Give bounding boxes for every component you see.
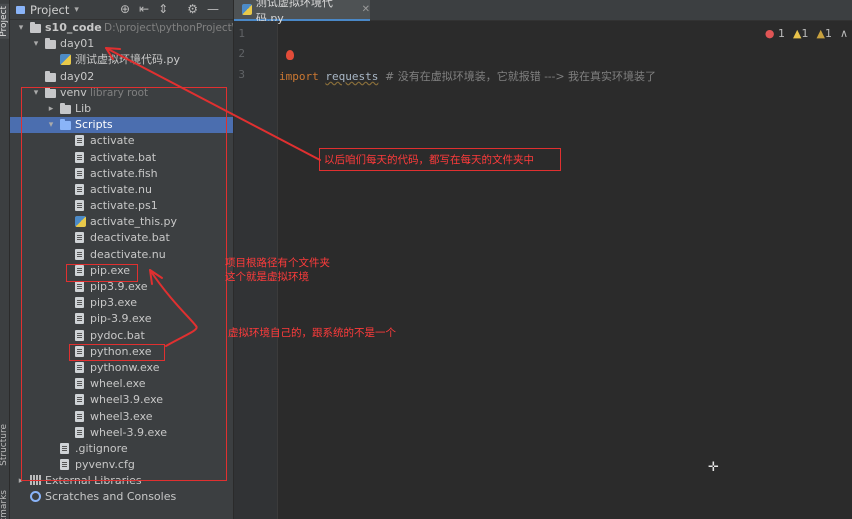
annotation-daily-folders: 以后咱们每天的代码，都写在每天的文件夹中 xyxy=(319,148,561,171)
code-comment: # 没有在虚拟环境装，它就报错 ---> 我在真实环境装了 xyxy=(384,70,657,83)
project-panel-toolbar: ⊕ ⇤ ⇕ ⚙ — xyxy=(120,2,219,16)
python-file-icon xyxy=(60,54,71,66)
bookmarks-tool-tab[interactable]: Bookmarks xyxy=(0,490,9,519)
warning-count-value: 1 xyxy=(801,27,809,40)
venv-highlight-box xyxy=(21,87,227,481)
folder-icon xyxy=(45,38,56,50)
editor-tab[interactable]: 测试虚拟环境代码.py ✕ xyxy=(234,0,370,25)
annotation-venv-line2: 这个就是虚拟环境 xyxy=(225,271,309,283)
project-panel: Project ▾ ⊕ ⇤ ⇕ ⚙ — ▾ s10_code D:\project\… xyxy=(10,0,234,519)
warning-count: ▲1 xyxy=(793,27,808,40)
chevron-down-icon[interactable]: ▾ xyxy=(16,20,26,36)
editor-tab-bar: 测试虚拟环境代码.py ✕ xyxy=(234,0,852,25)
chevron-down-icon[interactable]: ▾ xyxy=(31,36,41,52)
chevron-up-icon[interactable]: ∧ xyxy=(840,27,848,40)
python-exe-highlight-box xyxy=(69,344,165,361)
settings-icon[interactable]: ⚙ xyxy=(187,2,198,16)
python-file-icon xyxy=(242,4,252,15)
weak-warning-count: ▲1 xyxy=(816,27,831,40)
weak-warning-icon: ▲ xyxy=(816,27,825,40)
code-module: requests xyxy=(325,70,379,83)
line-number: 2 xyxy=(238,47,245,60)
tree-item[interactable]: ▾ day01 xyxy=(10,36,233,52)
tool-window-strip: Project Structure Bookmarks xyxy=(0,0,10,519)
weak-warning-count-value: 1 xyxy=(824,27,832,40)
tree-item-label: day02 xyxy=(60,69,95,83)
tree-item-label: s10_code xyxy=(45,21,102,34)
close-icon[interactable]: ✕ xyxy=(362,4,370,15)
code-keyword: import xyxy=(279,70,319,83)
tree-item-label: 测试虚拟环境代码.py xyxy=(75,53,180,67)
annotation-venv-line1: 项目根路径有个文件夹 xyxy=(225,257,330,269)
project-view-icon xyxy=(16,5,25,14)
chevron-down-icon[interactable]: ▾ xyxy=(74,5,79,15)
line-number: 1 xyxy=(238,27,245,40)
error-count-value: 1 xyxy=(778,27,785,40)
error-icon: ● xyxy=(764,27,775,40)
scratch-icon xyxy=(30,491,41,503)
error-count: ● 1 xyxy=(765,27,785,40)
pip-exe-highlight-box xyxy=(66,264,138,282)
tree-item[interactable]: Scratches and Consoles xyxy=(10,489,233,505)
tree-item[interactable]: 测试虚拟环境代码.py xyxy=(10,52,233,68)
project-panel-title[interactable]: Project xyxy=(30,3,69,17)
line-number: 3 xyxy=(238,68,245,81)
code-line-3[interactable]: import requests # 没有在虚拟环境装，它就报错 ---> 我在真… xyxy=(279,68,656,84)
minimize-icon[interactable]: — xyxy=(207,2,219,16)
annotation-own-venv: 虚拟环境自己的，跟系统的不是一个 xyxy=(228,327,396,339)
folder-icon xyxy=(30,22,41,33)
tree-item-label: day01 xyxy=(60,37,95,51)
tree-item-label: Scratches and Consoles xyxy=(45,490,177,504)
tree-item-hint: D:\project\pythonProject\s1 xyxy=(104,22,234,34)
tree-item[interactable]: ▾ s10_code D:\project\pythonProject\s1 xyxy=(10,20,234,36)
structure-tool-tab[interactable]: Structure xyxy=(0,424,9,466)
target-icon[interactable]: ⊕ xyxy=(120,2,130,16)
folder-icon xyxy=(45,70,56,82)
collapse-all-icon[interactable]: ⇤ xyxy=(139,2,149,16)
inspection-widget[interactable]: ● 1 ▲1 ▲1 ∧ xyxy=(765,27,848,40)
tree-item[interactable]: day02 xyxy=(10,69,233,85)
project-tool-tab[interactable]: Project xyxy=(0,4,9,39)
crosshair-cursor-icon: ✛ xyxy=(708,460,719,475)
lightbulb-icon[interactable] xyxy=(286,50,294,60)
expand-icon[interactable]: ⇕ xyxy=(158,2,168,16)
